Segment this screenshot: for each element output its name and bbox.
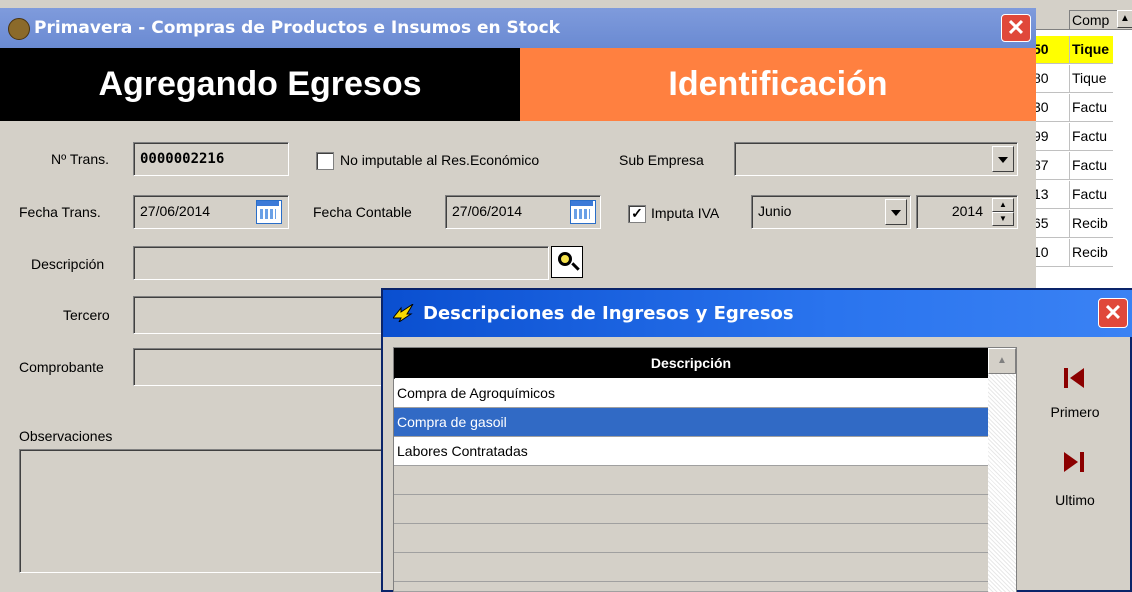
calendar-icon[interactable] (256, 200, 282, 224)
imputa-iva-label: Imputa IVA (651, 205, 720, 221)
ntrans-label: Nº Trans. (51, 151, 110, 167)
main-close-button[interactable]: ✕ (1001, 14, 1031, 42)
ultimo-text: Ultimo (1055, 492, 1095, 508)
ultimo-button[interactable]: Ultimo (1040, 444, 1110, 514)
observaciones-label: Observaciones (19, 428, 113, 444)
magnifier-handle (571, 262, 580, 271)
anio-up-button[interactable]: ▲ (992, 198, 1014, 212)
no-imputable-checkbox[interactable] (316, 152, 334, 170)
grid-cell-number: 99 (1033, 128, 1049, 144)
sub-empresa-dropdown-button[interactable] (992, 146, 1014, 172)
mode-header: Agregando Egresos (0, 48, 520, 121)
dialog-title: Descripciones de Ingresos y Egresos (423, 303, 794, 324)
grid-cell-number: 65 (1033, 215, 1049, 231)
main-titlebar: Primavera - Compras de Productos e Insum… (0, 8, 1036, 48)
ultimo-label: Ultimo (1040, 490, 1110, 510)
grid-cell-number: 30 (1033, 99, 1049, 115)
primero-label: Primero (1040, 402, 1110, 422)
descripcion-column-header[interactable]: Descripción (394, 348, 988, 378)
grid-cell-number: 10 (1033, 244, 1049, 260)
last-record-icon (1064, 452, 1084, 472)
fecha-trans-label: Fecha Trans. (19, 204, 101, 220)
mes-dropdown-button[interactable] (885, 199, 907, 225)
dialog-list-scrollbar[interactable] (988, 348, 1016, 592)
calendar-icon[interactable] (570, 200, 596, 224)
primero-text: Primero (1050, 404, 1100, 420)
dialog-close-button[interactable]: ✕ (1098, 298, 1128, 328)
grid-cell-number: 87 (1033, 157, 1049, 173)
list-item[interactable]: Labores Contratadas (394, 437, 988, 466)
grid-header: Comp ▲ (1031, 8, 1132, 30)
sub-empresa-label: Sub Empresa (619, 152, 704, 168)
descripcion-label: Descripción (31, 256, 105, 272)
chevron-down-icon (998, 157, 1008, 163)
observaciones-textarea[interactable] (19, 449, 383, 573)
grid-cell-number: 80 (1033, 70, 1049, 86)
grid-scroll-up-button[interactable]: ▲ (1117, 10, 1132, 28)
list-item[interactable] (394, 495, 988, 524)
chevron-down-icon (891, 210, 901, 216)
comprobante-field[interactable] (133, 348, 383, 386)
anio-down-button[interactable]: ▼ (992, 212, 1014, 226)
pointer-arrow-icon (393, 304, 414, 322)
section-header: Identificación (520, 48, 1036, 121)
search-button[interactable] (551, 246, 583, 278)
list-item[interactable] (394, 553, 988, 582)
dialog-titlebar: Descripciones de Ingresos y Egresos (383, 290, 1132, 337)
dialog-scroll-up-button[interactable]: ▲ (988, 348, 1016, 374)
tercero-field[interactable] (133, 296, 383, 334)
fecha-contable-label: Fecha Contable (313, 204, 412, 220)
list-item[interactable] (394, 466, 988, 495)
imputa-iva-checkbox[interactable]: ✓ (628, 205, 646, 223)
grid-cell-number: 50 (1033, 41, 1049, 57)
money-bag-icon (8, 18, 30, 40)
list-item[interactable] (394, 524, 988, 553)
tercero-label: Tercero (63, 307, 110, 323)
ntrans-field[interactable]: 0000002216 (133, 142, 289, 176)
list-item[interactable] (394, 582, 988, 592)
comprobante-label: Comprobante (19, 359, 104, 375)
list-item[interactable]: Compra de gasoil (394, 408, 988, 437)
grid-cell-number: 13 (1033, 186, 1049, 202)
primero-button[interactable]: Primero (1040, 358, 1110, 428)
no-imputable-label: No imputable al Res.Económico (340, 152, 540, 168)
descripcion-field[interactable] (133, 246, 549, 280)
list-item[interactable]: Compra de Agroquímicos (394, 379, 988, 408)
sub-empresa-select[interactable] (734, 142, 1018, 176)
main-window-title: Primavera - Compras de Productos e Insum… (34, 18, 560, 38)
first-record-icon (1064, 368, 1084, 388)
